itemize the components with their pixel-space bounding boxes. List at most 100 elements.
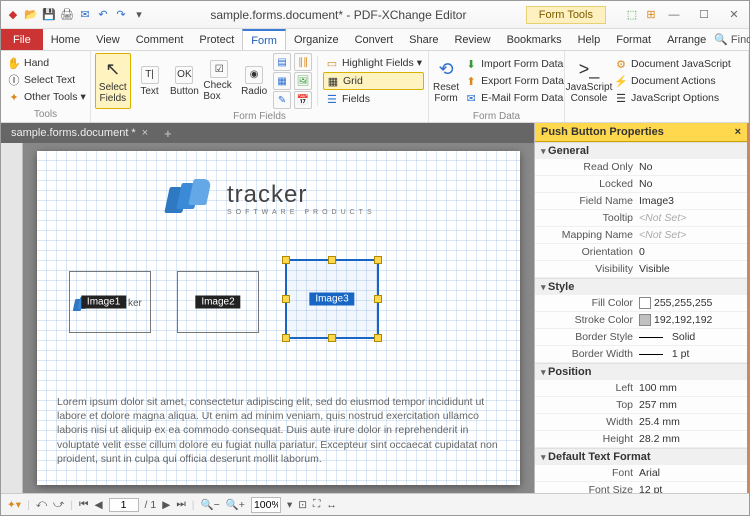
last-page-icon[interactable]: ⏭ — [176, 498, 185, 511]
zoom-input[interactable] — [251, 497, 281, 513]
image-field-icon[interactable]: 🖼 — [294, 72, 312, 90]
checkbox-field-button[interactable]: ☑Check Box — [203, 60, 235, 102]
prop-height[interactable]: 28.2 mm — [639, 433, 743, 445]
close-button[interactable]: ✕ — [719, 4, 749, 26]
zoom-in-icon[interactable]: 🔍+ — [226, 498, 245, 511]
next-view-icon[interactable]: ⤻ — [53, 498, 64, 511]
prop-border-width[interactable]: 1 pt — [639, 348, 743, 360]
file-tab[interactable]: File — [1, 29, 43, 50]
date-field-icon[interactable]: 📅 — [294, 91, 312, 109]
tab-comment[interactable]: Comment — [128, 29, 192, 50]
zoom-dropdown-icon[interactable]: ▾ — [287, 499, 292, 511]
section-default-text-format[interactable]: Default Text Format — [535, 448, 747, 465]
prop-fill-color[interactable]: 255,255,255 — [639, 297, 743, 309]
form-field-image2[interactable]: Image2 — [177, 271, 259, 333]
print-icon[interactable]: 🖨 — [59, 7, 75, 23]
reset-form-button[interactable]: ⟲Reset Form — [433, 53, 459, 109]
hand-tool[interactable]: ✋Hand — [5, 55, 88, 71]
prop-orientation[interactable]: 0 — [639, 246, 743, 258]
properties-title[interactable]: Push Button Properties× — [535, 123, 747, 142]
prop-border-style[interactable]: Solid — [639, 331, 743, 343]
radio-field-button[interactable]: ◉Radio — [238, 66, 270, 97]
first-page-icon[interactable]: ⏮ — [79, 498, 88, 511]
page-number-input[interactable] — [109, 498, 139, 512]
side-panel-strip[interactable] — [1, 143, 23, 493]
prop-top[interactable]: 257 mm — [639, 399, 743, 411]
redo-icon[interactable]: ↷ — [113, 7, 129, 23]
javascript-options[interactable]: ☰JavaScript Options — [612, 90, 733, 106]
document-javascript[interactable]: ⚙Document JavaScript — [612, 56, 733, 72]
zoom-out-icon[interactable]: 🔍− — [201, 498, 220, 511]
fields-panel-button[interactable]: ☰Fields — [323, 91, 424, 107]
prop-visibility[interactable]: Visible — [639, 263, 743, 275]
tab-home[interactable]: Home — [43, 29, 88, 50]
qat-more-icon[interactable]: ▾ — [131, 7, 147, 23]
ui-mode-icon[interactable]: ⬚ — [624, 7, 640, 23]
grid-toggle[interactable]: ▦Grid — [323, 72, 424, 90]
add-tab-button[interactable]: + — [158, 124, 178, 143]
canvas[interactable]: tracker SOFTWARE PRODUCTS Image1 ker Ima… — [23, 143, 534, 493]
prop-locked[interactable]: No — [639, 178, 743, 190]
contextual-tab-form-tools[interactable]: Form Tools — [526, 6, 606, 24]
prop-width[interactable]: 25.4 mm — [639, 416, 743, 428]
undo-icon[interactable]: ↶ — [95, 7, 111, 23]
open-icon[interactable]: 📂 — [23, 7, 39, 23]
prop-read-only[interactable]: No — [639, 161, 743, 173]
section-style[interactable]: Style — [535, 278, 747, 295]
other-tools[interactable]: ✦Other Tools ▾ — [5, 89, 88, 105]
button-field-button[interactable]: OKButton — [168, 66, 200, 97]
prop-font[interactable]: Arial — [639, 467, 743, 479]
listbox-icon[interactable]: ▤ — [273, 53, 291, 71]
options-icon[interactable]: ✦▾ — [7, 499, 21, 511]
prop-left[interactable]: 100 mm — [639, 382, 743, 394]
prev-view-icon[interactable]: ⤺ — [36, 498, 47, 511]
find-button[interactable]: 🔍Find... — [714, 33, 750, 46]
select-fields-button[interactable]: ↖Select Fields — [95, 53, 131, 109]
zoom-actual-icon[interactable]: ⊡ — [298, 499, 307, 511]
tab-protect[interactable]: Protect — [191, 29, 242, 50]
select-text-tool[interactable]: ⒾSelect Text — [5, 72, 88, 88]
prop-tooltip[interactable]: <Not Set> — [639, 212, 743, 224]
brand-logo: tracker SOFTWARE PRODUCTS — [167, 179, 376, 217]
save-icon[interactable]: 💾 — [41, 7, 57, 23]
maximize-button[interactable]: ☐ — [689, 4, 719, 26]
tab-arrange[interactable]: Arrange — [659, 29, 714, 50]
prop-field-name[interactable]: Image3 — [639, 195, 743, 207]
js-console-button[interactable]: >_JavaScript Console — [569, 53, 609, 109]
tab-review[interactable]: Review — [446, 29, 498, 50]
zoom-fit-icon[interactable]: ⛶ — [313, 498, 320, 511]
tab-view[interactable]: View — [88, 29, 128, 50]
tab-share[interactable]: Share — [401, 29, 446, 50]
close-tab-icon[interactable]: × — [142, 127, 148, 139]
zoom-width-icon[interactable]: ↔ — [326, 499, 337, 511]
import-form-data[interactable]: ⬇Import Form Data — [462, 56, 566, 72]
ui-layout-icon[interactable]: ⊞ — [643, 7, 659, 23]
tab-format[interactable]: Format — [608, 29, 659, 50]
close-panel-icon[interactable]: × — [735, 126, 741, 138]
form-field-image1[interactable]: Image1 ker — [69, 271, 151, 333]
tab-organize[interactable]: Organize — [286, 29, 347, 50]
tab-form[interactable]: Form — [242, 29, 286, 50]
section-position[interactable]: Position — [535, 363, 747, 380]
combobox-icon[interactable]: ▦ — [273, 72, 291, 90]
tab-convert[interactable]: Convert — [347, 29, 402, 50]
signature-icon[interactable]: ✎ — [273, 91, 291, 109]
export-form-data[interactable]: ⬆Export Form Data — [462, 73, 566, 89]
prop-mapping-name[interactable]: <Not Set> — [639, 229, 743, 241]
barcode-icon[interactable]: ∥∥ — [294, 53, 312, 71]
email-form-data[interactable]: ✉E-Mail Form Data — [462, 90, 566, 106]
minimize-button[interactable]: — — [659, 4, 689, 26]
prop-stroke-color[interactable]: 192,192,192 — [639, 314, 743, 326]
section-general[interactable]: General — [535, 142, 747, 159]
form-field-image3-selected[interactable]: Image3 — [285, 259, 379, 339]
document-actions[interactable]: ⚡Document Actions — [612, 73, 733, 89]
prop-font-size[interactable]: 12 pt — [639, 484, 743, 493]
document-tab[interactable]: sample.forms.document *× — [1, 123, 158, 143]
tab-help[interactable]: Help — [570, 29, 609, 50]
email-icon[interactable]: ✉ — [77, 7, 93, 23]
text-field-button[interactable]: T|Text — [134, 66, 166, 97]
prev-page-icon[interactable]: ◀ — [94, 499, 102, 511]
tab-bookmarks[interactable]: Bookmarks — [499, 29, 570, 50]
next-page-icon[interactable]: ▶ — [162, 499, 170, 511]
highlight-fields-toggle[interactable]: ▭Highlight Fields ▾ — [323, 55, 424, 71]
